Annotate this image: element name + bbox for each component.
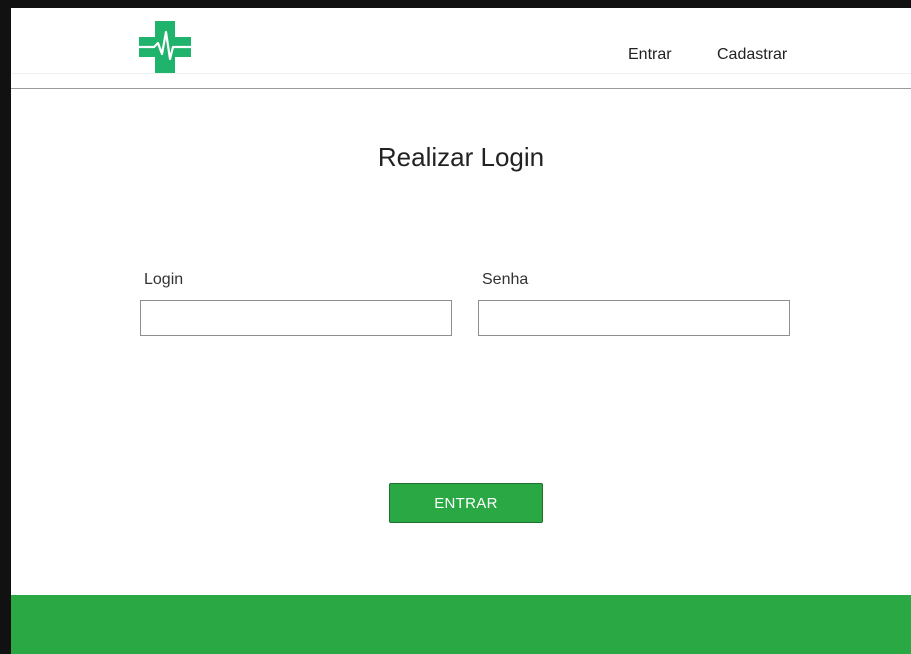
- login-input[interactable]: [140, 300, 452, 336]
- footer: [11, 595, 911, 654]
- nav-register-link[interactable]: Cadastrar: [717, 46, 787, 64]
- page-title: Realizar Login: [377, 142, 545, 173]
- login-submit-button[interactable]: ENTRAR: [389, 483, 543, 523]
- app-window: Entrar Cadastrar Realizar Login Login Se…: [11, 8, 911, 654]
- nav-login-link[interactable]: Entrar: [628, 46, 672, 64]
- password-field-label: Senha: [482, 271, 529, 288]
- password-input[interactable]: [478, 300, 790, 336]
- login-field-label: Login: [144, 271, 184, 288]
- header: Entrar Cadastrar: [11, 8, 911, 89]
- medical-cross-heartbeat-icon[interactable]: [137, 19, 193, 75]
